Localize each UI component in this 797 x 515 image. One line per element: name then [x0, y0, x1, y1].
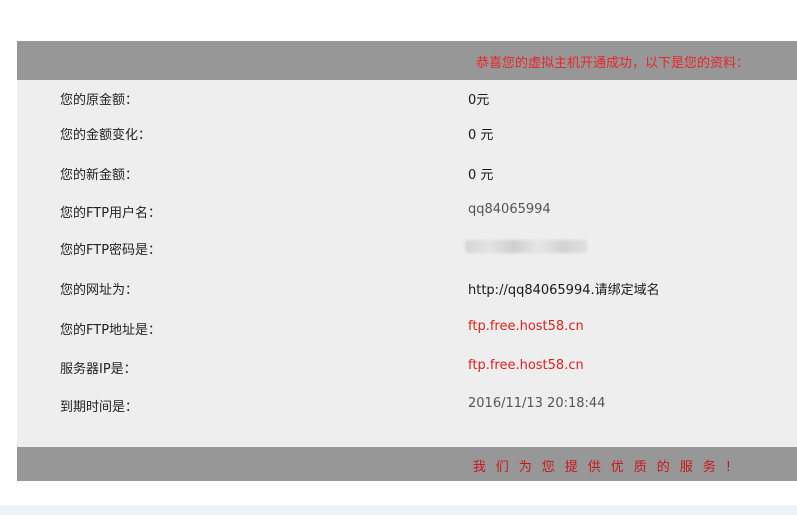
- balance-change-value: 0 元: [468, 128, 494, 143]
- row-new-balance: 您的新金额： 0 元: [17, 161, 797, 183]
- header-bar: 恭喜您的虚拟主机开通成功，以下是您的资料：: [17, 41, 797, 80]
- new-balance-label: 您的新金额：: [60, 168, 139, 183]
- server-ip-label: 服务器IP是：: [60, 362, 137, 377]
- ftp-username-value: qq84065994: [468, 202, 551, 217]
- website-url-value: http://qq84065994.请绑定域名: [468, 283, 660, 298]
- server-ip-value: ftp.free.host58.cn: [468, 358, 584, 373]
- row-ftp-username: 您的FTP用户名： qq84065994: [17, 199, 797, 221]
- row-original-balance: 您的原金额： 0元: [17, 86, 797, 108]
- row-ftp-address: 您的FTP地址是： ftp.free.host58.cn: [17, 316, 797, 338]
- ftp-password-label: 您的FTP密码是：: [60, 243, 162, 258]
- ftp-address-value: ftp.free.host58.cn: [468, 319, 584, 334]
- row-expiry-time: 到期时间是： 2016/11/13 20:18:44: [17, 393, 797, 415]
- row-website-url: 您的网址为： http://qq84065994.请绑定域名: [17, 276, 797, 298]
- expiry-time-value: 2016/11/13 20:18:44: [468, 396, 606, 411]
- page: 恭喜您的虚拟主机开通成功，以下是您的资料： 您的原金额： 0元 您的金额变化： …: [0, 0, 797, 515]
- bottom-strip: [0, 505, 797, 515]
- footer-bar: 我们为您提供优质的服务!: [17, 447, 797, 481]
- balance-change-label: 您的金额变化：: [60, 128, 152, 143]
- row-server-ip: 服务器IP是： ftp.free.host58.cn: [17, 355, 797, 377]
- original-balance-label: 您的原金额：: [60, 93, 139, 108]
- ftp-address-label: 您的FTP地址是：: [60, 323, 162, 338]
- ftp-username-label: 您的FTP用户名：: [60, 206, 162, 221]
- original-balance-value: 0元: [468, 93, 490, 108]
- service-slogan: 我们为您提供优质的服务!: [472, 460, 741, 475]
- ftp-password-redacted: [465, 240, 587, 253]
- row-ftp-password: 您的FTP密码是：: [17, 236, 797, 258]
- new-balance-value: 0 元: [468, 168, 494, 183]
- website-url-label: 您的网址为：: [60, 283, 139, 298]
- account-info-panel: 恭喜您的虚拟主机开通成功，以下是您的资料： 您的原金额： 0元 您的金额变化： …: [17, 41, 797, 481]
- row-balance-change: 您的金额变化： 0 元: [17, 121, 797, 143]
- expiry-time-label: 到期时间是：: [60, 400, 139, 415]
- success-message: 恭喜您的虚拟主机开通成功，以下是您的资料：: [475, 56, 749, 71]
